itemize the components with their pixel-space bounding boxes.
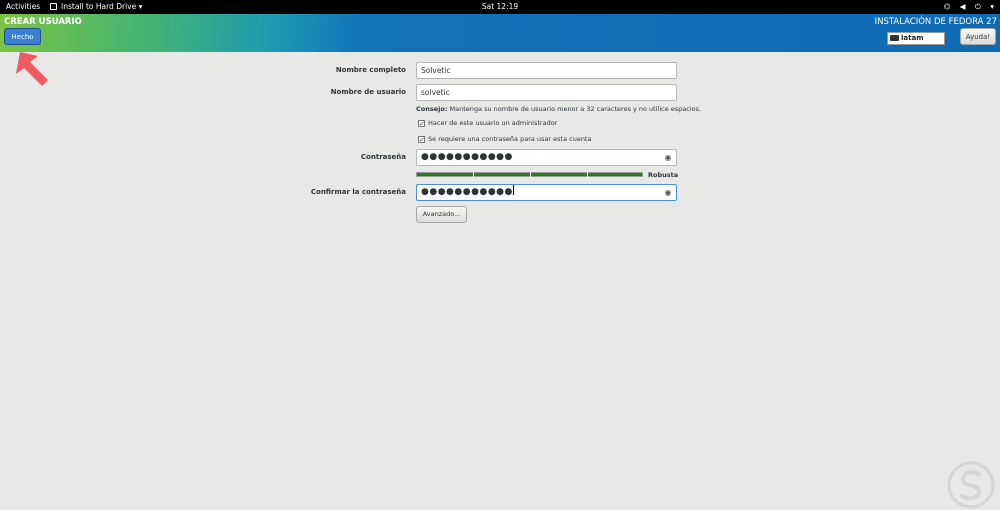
hint-prefix: Consejo:	[416, 105, 448, 113]
username-hint: Consejo: Mantenga su nombre de usuario m…	[416, 105, 701, 113]
chevron-down-icon: ▾	[990, 2, 994, 11]
strength-tick	[473, 172, 474, 177]
clock[interactable]: Sat 12:19	[0, 0, 1000, 14]
username-label: Nombre de usuario	[330, 88, 406, 96]
password-required-checkbox[interactable]: ✓ Se requiere una contraseña para usar es…	[418, 135, 592, 144]
keyboard-layout-indicator[interactable]: latam	[887, 32, 945, 45]
password-input[interactable]: ●●●●●●●●●●● ◉	[416, 149, 677, 166]
advanced-button[interactable]: Avanzado...	[416, 206, 467, 223]
hint-text: Mantenga su nombre de usuario menor a 32…	[449, 105, 702, 113]
system-tray[interactable]: ⌬ ◀ ⏻ ▾	[937, 0, 994, 14]
username-input[interactable]: solvetic	[416, 84, 677, 101]
keyboard-icon	[890, 35, 899, 41]
help-button[interactable]: Ayuda!	[960, 28, 996, 45]
confirm-password-label: Confirmar la contraseña	[310, 188, 406, 196]
strength-tick	[587, 172, 588, 177]
keyboard-layout-label: latam	[901, 34, 924, 42]
network-icon: ⌬	[943, 2, 951, 11]
top-bar: Activities Install to Hard Drive ▾ Sat 1…	[0, 0, 1000, 14]
pointer-arrow-icon	[16, 52, 48, 86]
text-caret	[512, 185, 514, 195]
fullname-input[interactable]: Solvetic	[416, 62, 677, 79]
password-label: Contraseña	[360, 153, 406, 161]
done-button[interactable]: Hecho	[4, 28, 41, 45]
password-value: ●●●●●●●●●●●	[421, 152, 513, 162]
checkbox-checked-icon[interactable]: ✓	[418, 120, 425, 128]
confirm-password-value: ●●●●●●●●●●●	[421, 187, 513, 197]
eye-icon[interactable]: ◉	[665, 151, 672, 165]
strength-label: Robusta	[648, 171, 679, 179]
admin-checkbox[interactable]: ✓ Hacer de este usuario un administrador	[418, 119, 558, 128]
password-required-label: Se requiere una contraseña para usar est…	[428, 135, 592, 143]
volume-icon: ◀	[959, 2, 966, 11]
password-strength-bar	[416, 172, 643, 177]
watermark-logo-icon	[947, 461, 995, 509]
admin-checkbox-label: Hacer de este usuario un administrador	[428, 119, 558, 127]
eye-icon[interactable]: ◉	[665, 186, 672, 200]
confirm-password-input[interactable]: ●●●●●●●●●●● ◉	[416, 184, 677, 201]
header-band: CREAR USUARIO Hecho INSTALACIÓN DE FEDOR…	[0, 14, 1000, 52]
install-title: INSTALACIÓN DE FEDORA 27	[874, 17, 997, 27]
strength-tick	[530, 172, 531, 177]
power-icon: ⏻	[974, 2, 981, 11]
checkbox-checked-icon[interactable]: ✓	[418, 136, 425, 144]
page-title: CREAR USUARIO	[4, 17, 82, 27]
fullname-label: Nombre completo	[335, 66, 406, 74]
